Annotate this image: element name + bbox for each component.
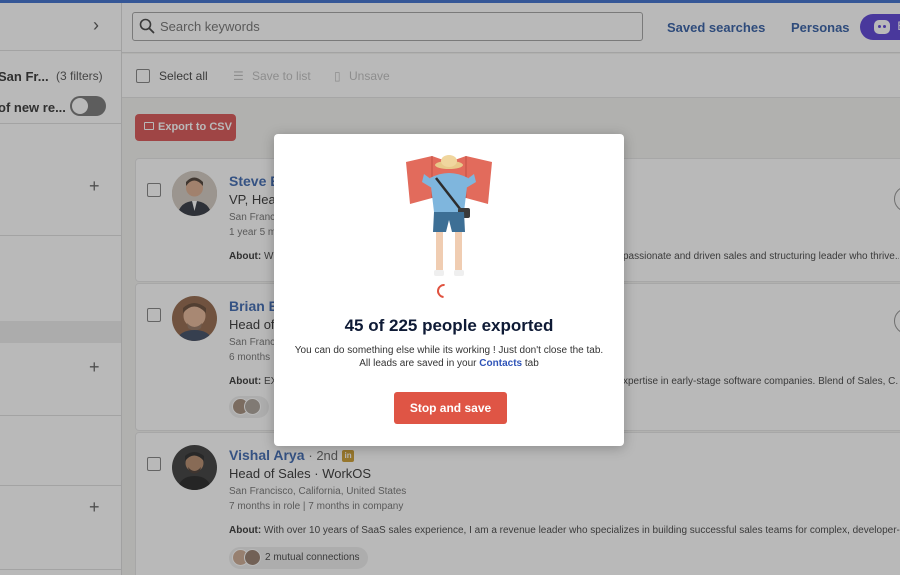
export-progress-dialog: 45 of 225 people exported You can do som… (274, 134, 624, 446)
loading-spinner-icon (434, 281, 454, 301)
contacts-tab-link[interactable]: Contacts (479, 358, 522, 369)
export-progress-note: You can do something else while its work… (294, 345, 604, 356)
export-progress-title: 45 of 225 people exported (344, 316, 554, 335)
traveler-with-map-illustration (406, 155, 492, 276)
stop-and-save-button[interactable]: Stop and save (394, 392, 507, 424)
export-save-location: All leads are saved in your Contacts tab (359, 358, 539, 369)
